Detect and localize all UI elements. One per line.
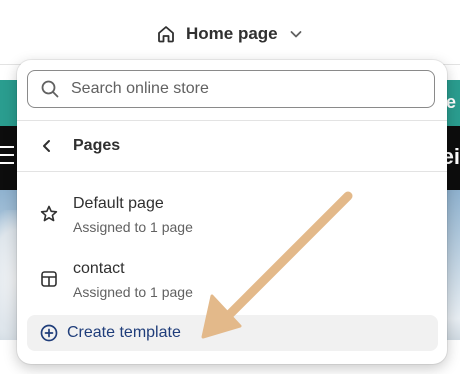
page-selector-label: Home page bbox=[186, 24, 278, 43]
section-title: Pages bbox=[73, 137, 121, 154]
divider bbox=[17, 120, 447, 121]
chevron-down-icon bbox=[288, 26, 304, 42]
template-item-contact[interactable]: contact Assigned to 1 page bbox=[27, 255, 437, 309]
create-template-label: Create template bbox=[67, 324, 181, 341]
editor-topbar: Home page bbox=[0, 0, 460, 65]
chevron-left-icon bbox=[41, 139, 53, 153]
star-icon bbox=[39, 204, 63, 224]
back-to-pages-button[interactable]: Pages bbox=[27, 126, 437, 166]
layout-icon bbox=[39, 269, 63, 289]
create-template-button[interactable]: Create template bbox=[27, 315, 438, 351]
hamburger-menu-icon bbox=[0, 146, 14, 170]
template-item-default-page[interactable]: Default page Assigned to 1 page bbox=[27, 190, 437, 244]
search-field[interactable] bbox=[27, 70, 435, 108]
divider bbox=[17, 171, 447, 172]
template-item-subtitle: Assigned to 1 page bbox=[73, 284, 193, 300]
home-icon bbox=[156, 24, 176, 44]
search-input[interactable] bbox=[69, 79, 413, 99]
template-item-name: Default page bbox=[73, 195, 164, 212]
template-item-subtitle: Assigned to 1 page bbox=[73, 219, 193, 235]
page-selector-dropdown: Pages Default page Assigned to 1 page co… bbox=[17, 60, 447, 364]
page-selector-button[interactable]: Home page bbox=[156, 18, 304, 50]
announcement-bar-text: e bbox=[445, 92, 456, 112]
search-icon bbox=[40, 79, 60, 99]
template-item-name: contact bbox=[73, 260, 125, 277]
plus-circle-icon bbox=[39, 323, 59, 343]
